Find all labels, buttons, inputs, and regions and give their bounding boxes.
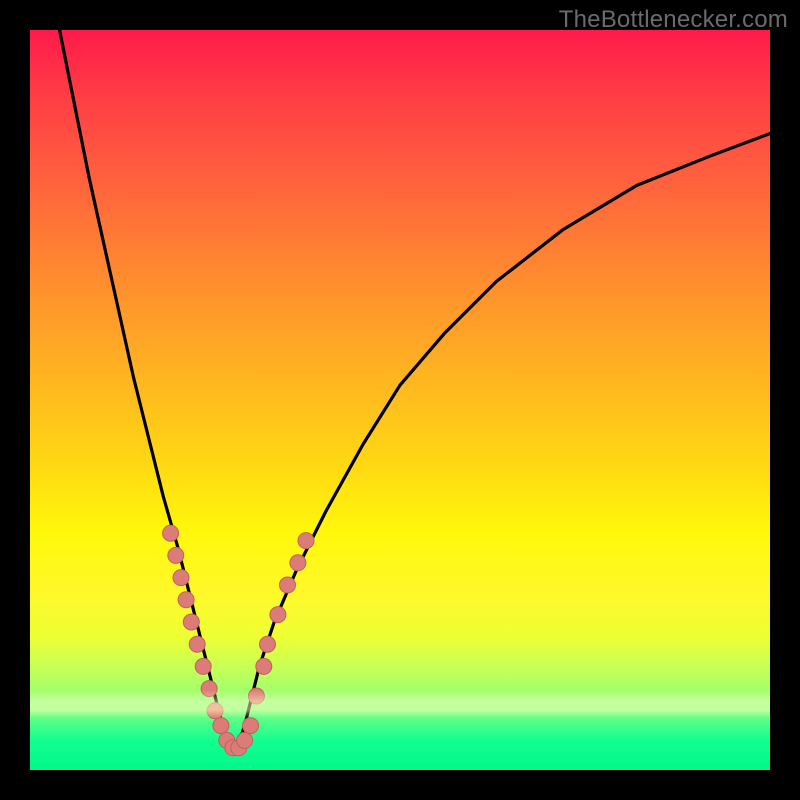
curve-markers [163,525,314,756]
marker-dot [183,614,199,630]
marker-dot [168,547,184,563]
marker-dot [213,718,229,734]
chart-svg [30,30,770,770]
marker-dot [173,570,189,586]
marker-dot [237,732,253,748]
marker-dot [178,592,194,608]
marker-dot [189,636,205,652]
stage: TheBottlenecker.com [0,0,800,800]
marker-dot [256,658,272,674]
marker-dot [260,636,276,652]
marker-dot [207,703,223,719]
bottleneck-curve [60,30,770,748]
marker-dot [201,681,217,697]
marker-dot [163,525,179,541]
marker-dot [270,607,286,623]
marker-dot [248,688,264,704]
marker-dot [298,533,314,549]
marker-dot [280,577,296,593]
plot-area [30,30,770,770]
marker-dot [195,658,211,674]
marker-dot [290,555,306,571]
marker-dot [243,718,259,734]
